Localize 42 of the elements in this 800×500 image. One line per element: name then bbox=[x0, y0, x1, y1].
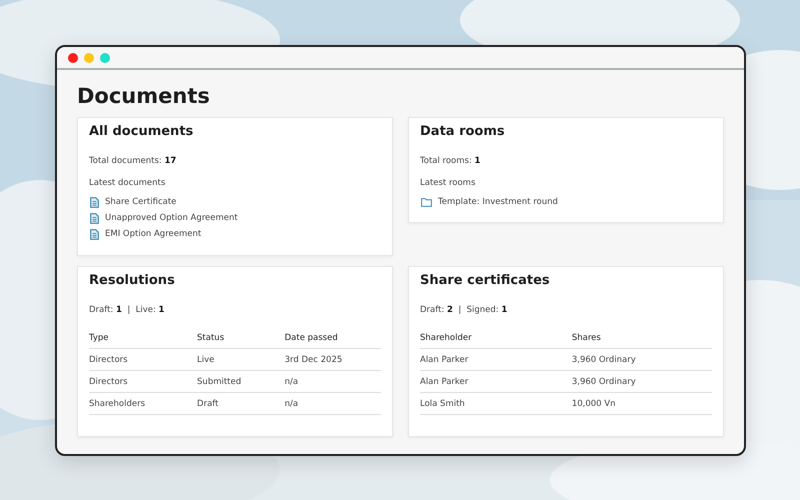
summary-text: Draft: 2 | Signed: 1 bbox=[420, 305, 508, 315]
list-label: Latest rooms bbox=[420, 178, 476, 188]
list-item-link[interactable]: Unapproved Option Agreement bbox=[105, 213, 238, 223]
table-cell: Shareholders bbox=[89, 392, 198, 414]
table-cell: 3,960 Ordinary bbox=[572, 370, 712, 392]
document-icon bbox=[90, 228, 99, 240]
card-title: Data rooms bbox=[420, 124, 506, 139]
card-title: Resolutions bbox=[89, 273, 176, 288]
table-cell: Directors bbox=[89, 370, 198, 392]
table-cell: Directors bbox=[89, 348, 198, 370]
window-button[interactable] bbox=[68, 52, 78, 62]
window-button[interactable] bbox=[84, 52, 94, 62]
column-header: Date passed bbox=[284, 330, 381, 348]
table-cell: Draft bbox=[197, 392, 285, 414]
page-title: Documents bbox=[77, 84, 211, 108]
column-header: Status bbox=[197, 330, 285, 348]
document-icon bbox=[90, 196, 99, 208]
table-cell: 3rd Dec 2025 bbox=[284, 348, 381, 370]
list-item-link[interactable]: Share Certificate bbox=[105, 197, 176, 207]
card-title: Share certificates bbox=[420, 273, 551, 288]
document-icon bbox=[90, 212, 99, 224]
column-header: Shareholder bbox=[420, 330, 572, 348]
table-cell: 10,000 Vn bbox=[572, 392, 712, 414]
list-item-link[interactable]: EMI Option Agreement bbox=[105, 229, 202, 239]
table-cell: Live bbox=[197, 348, 285, 370]
column-header: Type bbox=[89, 330, 198, 348]
summary-text: Total documents: 17 bbox=[89, 156, 178, 166]
table-cell: 3,960 Ordinary bbox=[572, 348, 712, 370]
list-label: Latest documents bbox=[89, 178, 166, 188]
card-title: All documents bbox=[89, 124, 194, 139]
summary-text: Total rooms: 1 bbox=[420, 156, 482, 166]
table-cell: n/a bbox=[284, 392, 381, 414]
table-cell: n/a bbox=[284, 370, 381, 392]
table-cell: Alan Parker bbox=[420, 370, 572, 392]
list-item-link[interactable]: Template: Investment round bbox=[438, 197, 558, 207]
window-button[interactable] bbox=[100, 52, 110, 62]
folder-icon bbox=[421, 198, 432, 206]
column-header: Shares bbox=[572, 330, 712, 348]
table-cell: Lola Smith bbox=[420, 392, 572, 414]
table-cell: Alan Parker bbox=[420, 348, 572, 370]
summary-text: Draft: 1 | Live: 1 bbox=[89, 305, 166, 315]
table-cell: Submitted bbox=[197, 370, 285, 392]
